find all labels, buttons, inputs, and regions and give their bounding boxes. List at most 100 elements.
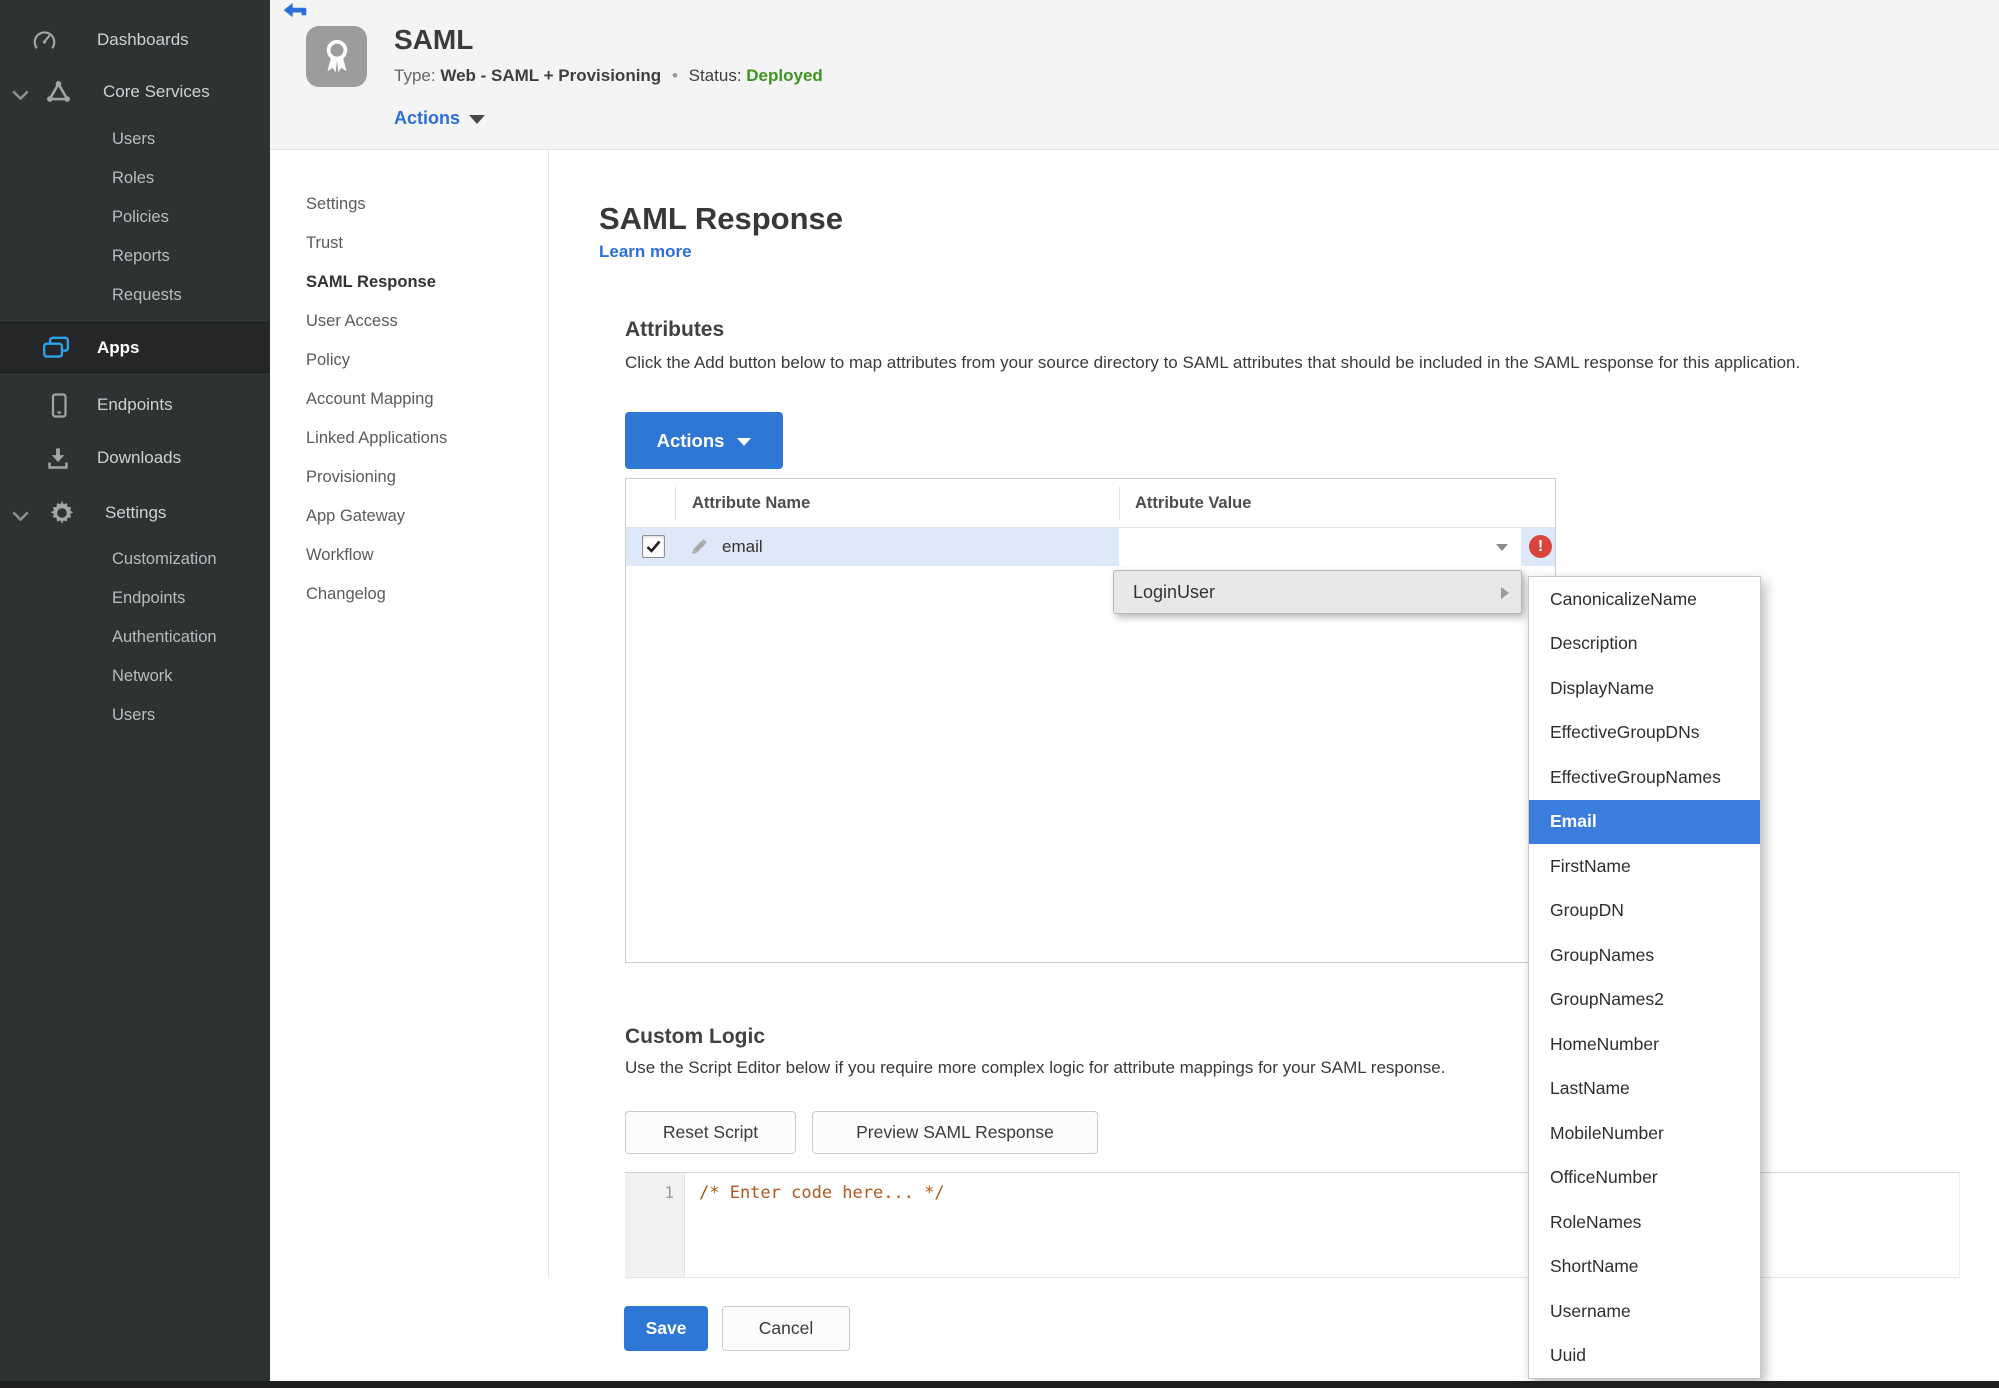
attribute-option[interactable]: DisplayName [1529, 666, 1760, 711]
app-nav-item[interactable]: Policy [306, 341, 447, 380]
attribute-option[interactable]: GroupNames2 [1529, 978, 1760, 1023]
app-header: SAML Type: Web - SAML + Provisioning • S… [270, 0, 1999, 150]
sidebar-subitem[interactable]: Policies [0, 198, 270, 237]
app-nav-item[interactable]: Settings [306, 185, 447, 224]
app-nav-item[interactable]: User Access [306, 302, 447, 341]
sidebar-item-label: Apps [97, 337, 140, 357]
attribute-option[interactable]: EffectiveGroupDNs [1529, 711, 1760, 756]
chevron-down-icon [1496, 544, 1508, 551]
app-nav-item[interactable]: Trust [306, 224, 447, 263]
attribute-option[interactable]: Username [1529, 1289, 1760, 1334]
app-nav-item[interactable]: Linked Applications [306, 419, 447, 458]
attribute-option[interactable]: GroupNames [1529, 933, 1760, 978]
app-meta: Type: Web - SAML + Provisioning • Status… [394, 66, 823, 86]
sidebar-item-core-services[interactable]: Core Services [0, 75, 270, 109]
saml-app-icon [306, 26, 367, 87]
editor-gutter: 1 [625, 1173, 685, 1277]
caret-down-icon [737, 437, 752, 446]
app-nav-item[interactable]: Workflow [306, 536, 447, 575]
attribute-option[interactable]: MobileNumber [1529, 1111, 1760, 1156]
header-actions-menu[interactable]: Actions [394, 108, 486, 129]
header-actions-label: Actions [394, 108, 461, 128]
dashboard-gauge-icon [31, 27, 58, 53]
value-dropdown-menu[interactable]: LoginUser [1113, 570, 1522, 614]
sidebar-item-downloads[interactable]: Downloads [0, 441, 270, 475]
content-area: Settings Trust SAML Response User Access Pol… [270, 150, 1999, 1388]
attribute-option[interactable]: RoleNames [1529, 1200, 1760, 1245]
column-divider [1119, 487, 1120, 520]
main-sidebar: Dashboards Core Services Users Roles Polic… [0, 0, 270, 1388]
column-header-attribute-name: Attribute Name [692, 494, 811, 512]
sidebar-subitem[interactable]: Reports [0, 237, 270, 276]
attributes-actions-button[interactable]: Actions [625, 412, 783, 469]
gear-icon [48, 499, 76, 527]
attribute-option[interactable]: Email [1529, 799, 1760, 844]
table-header: Attribute Name Attribute Value [626, 479, 1555, 528]
sidebar-item-dashboards[interactable]: Dashboards [0, 23, 270, 57]
attribute-option[interactable]: Description [1529, 622, 1760, 667]
app-nav-item[interactable]: Changelog [306, 575, 447, 614]
menu-item-loginuser: LoginUser [1133, 581, 1216, 602]
status-badge: Deployed [746, 66, 823, 85]
nav-content-divider [548, 150, 549, 1278]
app-nav-item[interactable]: Provisioning [306, 458, 447, 497]
attributes-table: Attribute Name Attribute Value email ! [625, 478, 1556, 963]
sidebar-subitem[interactable]: Endpoints [0, 579, 270, 618]
sidebar-item-apps[interactable]: Apps [0, 322, 270, 373]
save-button[interactable]: Save [624, 1306, 708, 1351]
app-nav-item[interactable]: App Gateway [306, 497, 447, 536]
attribute-option[interactable]: Uuid [1529, 1334, 1760, 1379]
sidebar-subitem[interactable]: Users [0, 120, 270, 159]
attributes-heading: Attributes [625, 318, 725, 342]
page-title: SAML Response [599, 200, 844, 236]
meta-separator: • [671, 66, 678, 85]
line-number: 1 [664, 1183, 674, 1202]
mobile-device-icon [47, 392, 71, 419]
attribute-option[interactable]: HomeNumber [1529, 1022, 1760, 1067]
sidebar-item-label: Settings [105, 503, 167, 522]
attribute-name-cell: email [722, 537, 763, 556]
edit-pencil-icon[interactable] [690, 538, 708, 556]
attribute-option[interactable]: OfficeNumber [1529, 1156, 1760, 1201]
app-nav-item[interactable]: SAML Response [306, 263, 447, 302]
sidebar-subitem[interactable]: Roles [0, 159, 270, 198]
sidebar-item-label: Dashboards [97, 30, 189, 49]
preview-saml-response-button[interactable]: Preview SAML Response [812, 1111, 1098, 1154]
back-arrow-icon[interactable] [283, 3, 307, 20]
settings-sublist: Customization Endpoints Authentication Netw… [0, 540, 270, 735]
cancel-button[interactable]: Cancel [722, 1306, 850, 1351]
attribute-option[interactable]: ShortName [1529, 1245, 1760, 1290]
row-checkbox[interactable] [642, 535, 665, 558]
app-title: SAML [394, 24, 474, 55]
attribute-value-select[interactable] [1119, 528, 1521, 566]
sidebar-subitem[interactable]: Requests [0, 276, 270, 315]
attribute-option[interactable]: EffectiveGroupNames [1529, 755, 1760, 800]
apps-icon [42, 336, 70, 365]
core-services-icon [45, 79, 72, 105]
code-input[interactable]: /* Enter code here... */ [699, 1173, 1955, 1213]
custom-logic-heading: Custom Logic [625, 1025, 765, 1049]
status-label: Status: [688, 66, 742, 85]
sidebar-subitem[interactable]: Authentication [0, 618, 270, 657]
type-label: Type: [394, 66, 436, 85]
sidebar-subitem[interactable]: Customization [0, 540, 270, 579]
app-nav-item[interactable]: Account Mapping [306, 380, 447, 419]
window-bottom-edge [0, 1381, 1999, 1388]
sidebar-item-settings[interactable]: Settings [0, 496, 270, 530]
table-row[interactable]: email ! [626, 528, 1555, 566]
sidebar-item-endpoints[interactable]: Endpoints [0, 388, 270, 422]
attribute-option[interactable]: CanonicalizeName [1529, 577, 1760, 622]
submenu-arrow-icon [1501, 587, 1509, 599]
reset-script-button[interactable]: Reset Script [625, 1111, 796, 1154]
learn-more-link[interactable]: Learn more [599, 242, 692, 262]
sidebar-subitem[interactable]: Network [0, 657, 270, 696]
type-value: Web - SAML + Provisioning [440, 66, 662, 85]
attribute-option[interactable]: FirstName [1529, 844, 1760, 889]
column-divider [675, 487, 676, 520]
column-header-attribute-value: Attribute Value [1135, 494, 1252, 512]
sidebar-item-label: Core Services [103, 82, 210, 101]
attribute-option[interactable]: LastName [1529, 1067, 1760, 1112]
attribute-option[interactable]: GroupDN [1529, 889, 1760, 934]
sidebar-subitem[interactable]: Users [0, 696, 270, 735]
download-icon [44, 445, 72, 472]
